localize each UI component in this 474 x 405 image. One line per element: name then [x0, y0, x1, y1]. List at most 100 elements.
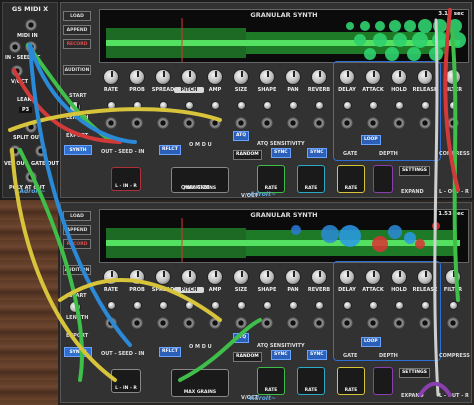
sync-button-1[interactable]: SYNC	[271, 350, 291, 360]
amp-cv-jack[interactable]	[209, 117, 221, 129]
midi-in-jack[interactable]	[25, 19, 37, 31]
attack-trim[interactable]	[369, 101, 378, 110]
release-cv-jack[interactable]	[419, 117, 431, 129]
pitch-knob[interactable]	[181, 69, 197, 85]
settings-button[interactable]: SETTINGS	[399, 166, 430, 176]
audition-button[interactable]: AUDITION	[63, 65, 91, 75]
reverb-trim[interactable]	[315, 101, 324, 110]
random-button[interactable]: RANDOM	[233, 352, 262, 362]
random-button[interactable]: RANDOM	[233, 150, 262, 160]
sync-button-1[interactable]: SYNC	[271, 148, 291, 158]
amp-knob[interactable]	[207, 69, 223, 85]
pan-knob[interactable]	[285, 269, 301, 285]
amp-trim[interactable]	[211, 101, 220, 110]
rate-trim[interactable]	[107, 101, 116, 110]
size-knob[interactable]	[233, 69, 249, 85]
delay-knob[interactable]	[339, 269, 355, 285]
in-jack[interactable]	[9, 41, 21, 53]
spread-trim[interactable]	[159, 101, 168, 110]
hold-knob[interactable]	[391, 69, 407, 85]
loop-button[interactable]: LOOP	[361, 135, 381, 145]
pitch-knob[interactable]	[181, 269, 197, 285]
synth-button[interactable]: SYNTH	[64, 145, 92, 155]
atq-button[interactable]: ATQ	[233, 131, 250, 141]
spread-cv-jack[interactable]	[157, 117, 169, 129]
sync-button-2[interactable]: SYNC	[307, 148, 327, 158]
start-knob[interactable]	[69, 301, 81, 313]
spread-cv-jack[interactable]	[157, 317, 169, 329]
waveform-display[interactable]: GRANULAR SYNTH 1.53 sec	[99, 209, 469, 263]
prob-trim[interactable]	[133, 101, 142, 110]
release-cv-jack[interactable]	[419, 317, 431, 329]
rate-cv-jack[interactable]	[105, 117, 117, 129]
rflct-button[interactable]: RFLCT	[159, 145, 181, 155]
reverb-cv-jack[interactable]	[313, 317, 325, 329]
atq-button[interactable]: ATQ	[233, 333, 250, 343]
prob-knob[interactable]	[129, 269, 145, 285]
append-button[interactable]: APPEND	[63, 225, 91, 235]
settings-button[interactable]: SETTINGS	[399, 368, 430, 378]
attack-trim[interactable]	[369, 301, 378, 310]
pitch-cv-jack[interactable]	[183, 117, 195, 129]
record-button[interactable]: RECORD	[63, 39, 91, 49]
size-trim[interactable]	[237, 101, 246, 110]
delay-trim[interactable]	[343, 101, 352, 110]
attack-knob[interactable]	[365, 69, 381, 85]
shape-knob[interactable]	[259, 69, 275, 85]
reverb-trim[interactable]	[315, 301, 324, 310]
rate-knob[interactable]	[103, 269, 119, 285]
shape-knob[interactable]	[259, 269, 275, 285]
shape-cv-jack[interactable]	[261, 117, 273, 129]
release-knob[interactable]	[417, 69, 433, 85]
pan-cv-jack[interactable]	[287, 317, 299, 329]
size-knob[interactable]	[233, 269, 249, 285]
size-cv-jack[interactable]	[235, 117, 247, 129]
rate-trim[interactable]	[107, 301, 116, 310]
seed-jack[interactable]	[25, 41, 37, 53]
load-button[interactable]: LOAD	[63, 211, 91, 221]
filter-knob[interactable]	[445, 269, 461, 285]
release-knob[interactable]	[417, 269, 433, 285]
loop-button[interactable]: LOOP	[361, 337, 381, 347]
hold-knob[interactable]	[391, 269, 407, 285]
filter-knob[interactable]	[445, 69, 461, 85]
amp-cv-jack[interactable]	[209, 317, 221, 329]
pitch-cv-jack[interactable]	[183, 317, 195, 329]
prob-trim[interactable]	[133, 301, 142, 310]
voct-jack[interactable]	[11, 65, 23, 77]
spread-trim[interactable]	[159, 301, 168, 310]
hold-trim[interactable]	[395, 101, 404, 110]
release-trim[interactable]	[421, 101, 430, 110]
reverb-knob[interactable]	[311, 69, 327, 85]
size-cv-jack[interactable]	[235, 317, 247, 329]
filter-cv-jack[interactable]	[447, 117, 459, 129]
reverb-cv-jack[interactable]	[313, 117, 325, 129]
rate-knob[interactable]	[103, 69, 119, 85]
filter-cv-jack[interactable]	[447, 317, 459, 329]
split-out-jack[interactable]	[25, 121, 37, 133]
hold-trim[interactable]	[395, 301, 404, 310]
pan-knob[interactable]	[285, 69, 301, 85]
pan-trim[interactable]	[289, 101, 298, 110]
attack-knob[interactable]	[365, 269, 381, 285]
filter-trim[interactable]	[449, 101, 458, 110]
sync-button-2[interactable]: SYNC	[307, 350, 327, 360]
pan-cv-jack[interactable]	[287, 117, 299, 129]
pitch-trim[interactable]	[185, 101, 194, 110]
gate-out-jack[interactable]	[35, 145, 47, 157]
load-button[interactable]: LOAD	[63, 11, 91, 21]
p3-display[interactable]: P3	[19, 107, 33, 113]
filter-trim[interactable]	[449, 301, 458, 310]
prob-cv-jack[interactable]	[131, 117, 143, 129]
record-button[interactable]: RECORD	[63, 239, 91, 249]
attack-cv-jack[interactable]	[367, 117, 379, 129]
shape-trim[interactable]	[263, 101, 272, 110]
shape-trim[interactable]	[263, 301, 272, 310]
rflct-button[interactable]: RFLCT	[159, 347, 181, 357]
append-button[interactable]: APPEND	[63, 25, 91, 35]
shape-cv-jack[interactable]	[261, 317, 273, 329]
size-trim[interactable]	[237, 301, 246, 310]
amp-knob[interactable]	[207, 269, 223, 285]
pitch-trim[interactable]	[185, 301, 194, 310]
prob-cv-jack[interactable]	[131, 317, 143, 329]
